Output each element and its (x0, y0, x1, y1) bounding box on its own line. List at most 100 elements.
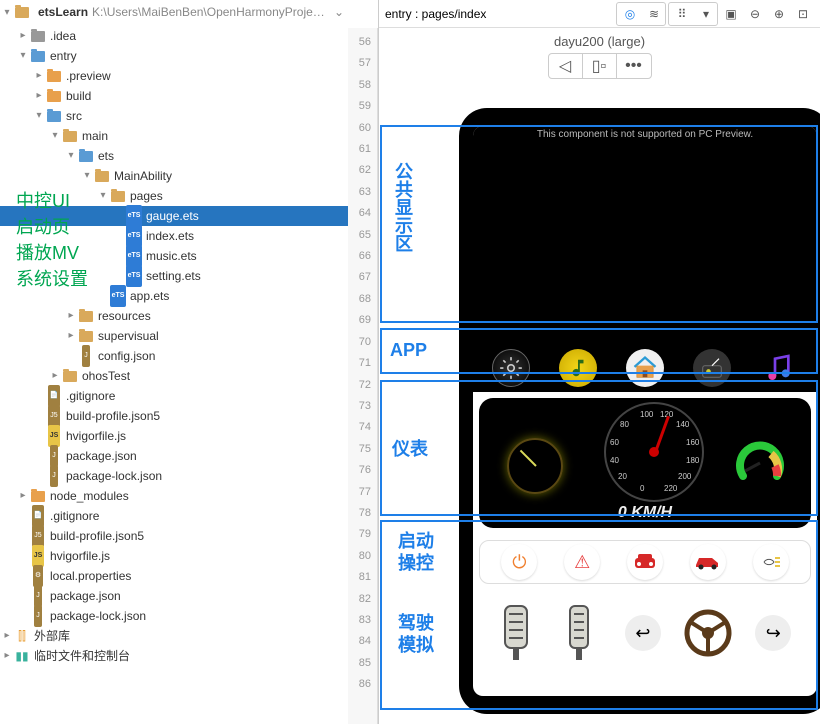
folder-icon (62, 368, 78, 384)
tree-folder-ohostest[interactable]: ohosTest (0, 366, 348, 386)
project-header: etsLearn K:\Users\MaiBenBen\OpenHarmonyP… (0, 0, 348, 24)
line-number: 63 (348, 182, 371, 203)
tree-folder-pages[interactable]: pages (0, 186, 348, 206)
tree-file-packagelock[interactable]: Jpackage-lock.json (0, 466, 348, 486)
tree-file-setting[interactable]: eTSsetting.ets (0, 266, 348, 286)
tree-folder-idea[interactable]: .idea (0, 26, 348, 46)
line-number: 84 (348, 631, 371, 652)
folder-icon (46, 108, 62, 124)
red-car-front-icon[interactable] (627, 544, 663, 580)
back-icon[interactable]: ◁ (549, 54, 583, 78)
tree-file-music[interactable]: eTSmusic.ets (0, 246, 348, 266)
tree-folder-mainability[interactable]: MainAbility (0, 166, 348, 186)
ets-file-icon: eTS (126, 248, 142, 264)
tree-scratches[interactable]: ▮▮临时文件和控制台 (0, 646, 348, 666)
more-icon[interactable]: ••• (617, 54, 651, 78)
scratch-icon: ▮▮ (14, 648, 30, 664)
power-button-icon[interactable]: ⏻ (501, 544, 537, 580)
project-dropdown-icon[interactable]: ⌄ (330, 5, 348, 19)
json5-file-icon: J5 (30, 528, 46, 544)
chevron-down-icon[interactable]: ▾ (695, 3, 717, 25)
props-file-icon: ⚙ (30, 568, 46, 584)
tree-folder-build[interactable]: build (0, 86, 348, 106)
layers-icon[interactable]: ≋ (643, 3, 665, 25)
zoom-in-icon[interactable]: ⊕ (768, 3, 790, 25)
project-expand-arrow[interactable] (0, 7, 14, 18)
line-number: 79 (348, 524, 371, 545)
line-number: 86 (348, 674, 371, 695)
tree-folder-preview[interactable]: .preview (0, 66, 348, 86)
settings-app-icon[interactable] (492, 349, 530, 387)
gauge-panel: 100 120 140 80 160 60 180 40 200 20 220 … (473, 392, 817, 534)
folder-icon (30, 488, 46, 504)
tree-file-buildprofile-root[interactable]: J5build-profile.json5 (0, 526, 348, 546)
line-number: 74 (348, 417, 371, 438)
tree-file-gitignore-root[interactable]: 📄.gitignore (0, 506, 348, 526)
tree-file-package[interactable]: Jpackage.json (0, 446, 348, 466)
brake-pedal-icon[interactable] (499, 602, 539, 664)
turn-left-icon[interactable]: ↩ (625, 615, 661, 651)
preview-panel: entry : pages/index ◎ ≋ ⠿ ▾ ▣ ⊖ ⊕ ⊡ dayu… (378, 0, 820, 724)
tree-file-app[interactable]: eTSapp.ets (0, 286, 348, 306)
tree-file-localprops[interactable]: ⚙local.properties (0, 566, 348, 586)
line-number: 58 (348, 75, 371, 96)
line-number: 85 (348, 653, 371, 674)
tree-file-buildprofile[interactable]: J5build-profile.json5 (0, 406, 348, 426)
library-icon: ⫿⫿ (14, 628, 30, 644)
unsupported-warning: This component is not supported on PC Pr… (473, 126, 817, 144)
fuel-gauge (733, 436, 787, 490)
gas-pedal-icon[interactable] (562, 602, 602, 664)
music-note-icon[interactable] (760, 349, 798, 387)
steering-wheel-icon[interactable] (684, 609, 732, 657)
line-number: 72 (348, 375, 371, 396)
js-file-icon: JS (30, 548, 46, 564)
speed-gauge: 100 120 140 80 160 60 180 40 200 20 220 … (604, 402, 704, 502)
tree-folder-src[interactable]: src (0, 106, 348, 126)
folder-icon (30, 48, 46, 64)
headlight-icon[interactable] (753, 544, 789, 580)
music-app-icon[interactable] (559, 349, 597, 387)
device-orientation-icon[interactable]: ▯▫ (583, 54, 617, 78)
line-number: 56 (348, 32, 371, 53)
warning-icon[interactable]: ⚠ (564, 544, 600, 580)
tree-folder-ets[interactable]: ets (0, 146, 348, 166)
tree-file-hvigorfile-root[interactable]: JShvigorfile.js (0, 546, 348, 566)
red-car-side-icon[interactable] (690, 544, 726, 580)
json5-file-icon: J5 (46, 408, 62, 424)
line-number: 81 (348, 567, 371, 588)
ets-file-icon: eTS (110, 288, 126, 304)
app-row (473, 344, 817, 392)
json-file-icon: J (46, 468, 62, 484)
tree-folder-entry[interactable]: entry (0, 46, 348, 66)
grid-icon[interactable]: ⠿ (671, 3, 693, 25)
tree-folder-main[interactable]: main (0, 126, 348, 146)
tree-file-package-root[interactable]: Jpackage.json (0, 586, 348, 606)
control-panel: ⏻ ⚠ ↩ ↪ (473, 534, 817, 678)
tree-folder-supervisual[interactable]: supervisual (0, 326, 348, 346)
tree-file-hvigorfile[interactable]: JShvigorfile.js (0, 426, 348, 446)
preview-toolbar: entry : pages/index ◎ ≋ ⠿ ▾ ▣ ⊖ ⊕ ⊡ (379, 0, 820, 28)
tree-file-config[interactable]: Jconfig.json (0, 346, 348, 366)
tree-external-libs[interactable]: ⫿⫿外部库 (0, 626, 348, 646)
home-app-icon[interactable] (626, 349, 664, 387)
line-number: 65 (348, 225, 371, 246)
text-file-icon: 📄 (30, 508, 46, 524)
tree-file-gauge[interactable]: eTSgauge.ets (0, 206, 348, 226)
preview-device-label: dayu200 (large) (379, 28, 820, 53)
radio-app-icon[interactable] (693, 349, 731, 387)
tree-file-packagelock-root[interactable]: Jpackage-lock.json (0, 606, 348, 626)
ets-file-icon: eTS (126, 268, 142, 284)
drive-row: ↩ ↪ (479, 590, 811, 676)
tree-file-index[interactable]: eTSindex.ets (0, 226, 348, 246)
tree-folder-nodemodules[interactable]: node_modules (0, 486, 348, 506)
target-icon[interactable]: ◎ (619, 3, 641, 25)
tree-folder-resources[interactable]: resources (0, 306, 348, 326)
turn-right-icon[interactable]: ↪ (755, 615, 791, 651)
device-screen: This component is not supported on PC Pr… (473, 126, 817, 696)
fit-icon[interactable]: ⊡ (792, 3, 814, 25)
ets-file-icon: eTS (126, 228, 142, 244)
zoom-out-icon[interactable]: ⊖ (744, 3, 766, 25)
tree-file-gitignore[interactable]: 📄.gitignore (0, 386, 348, 406)
line-number: 77 (348, 482, 371, 503)
crop-icon[interactable]: ▣ (720, 3, 742, 25)
